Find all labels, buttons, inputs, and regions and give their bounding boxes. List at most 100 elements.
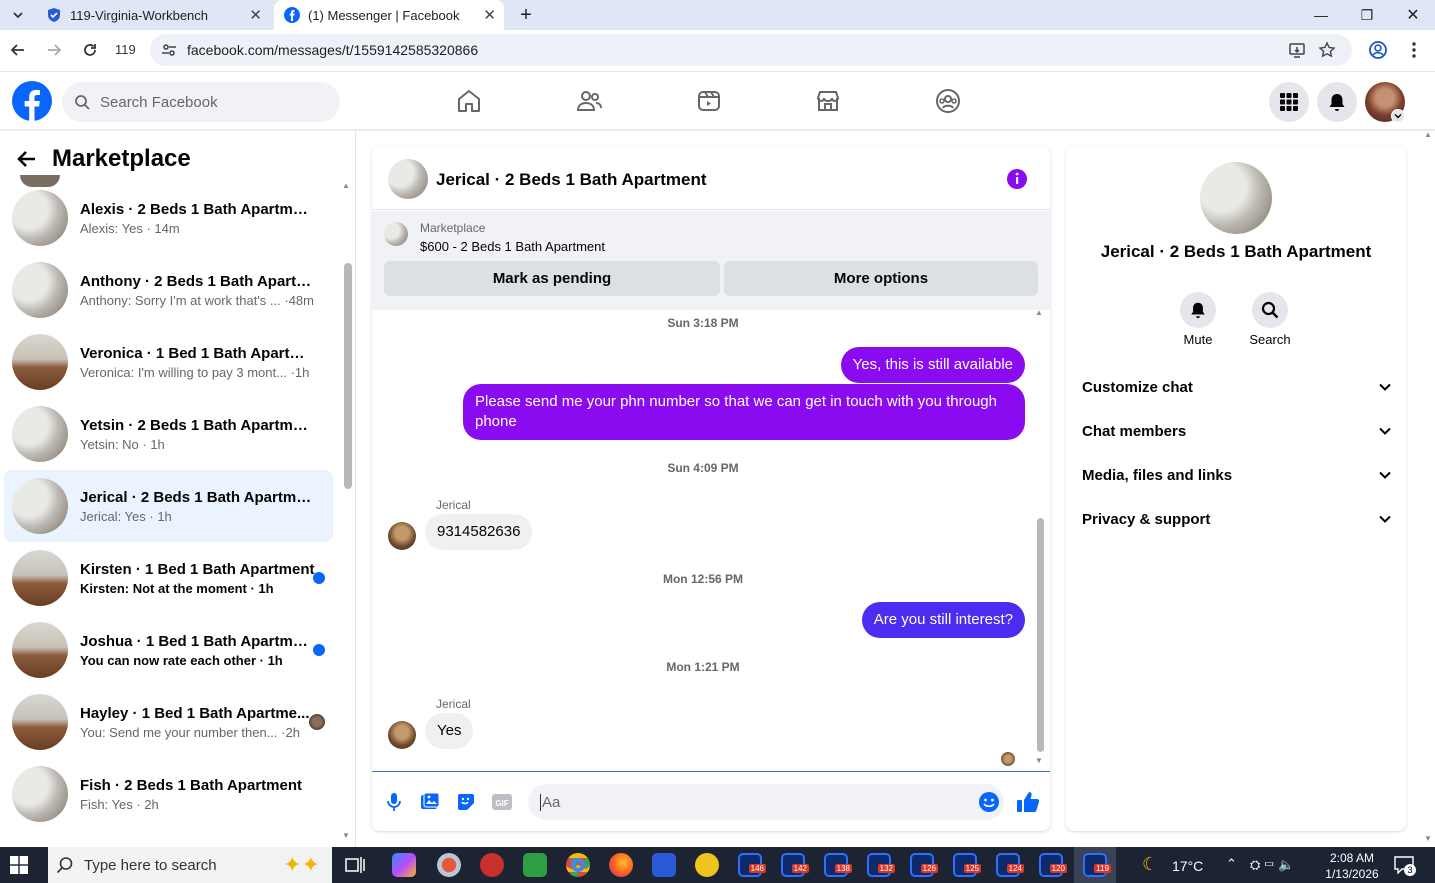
profile-label[interactable]: 119 [115,42,136,57]
notifications-button[interactable] [1317,82,1357,122]
outgoing-message[interactable]: Please send me your phn number so that w… [463,384,1025,440]
nav-friends[interactable] [559,81,619,121]
shield-app-icon[interactable] [652,853,676,877]
workbench-window-132[interactable]: 132 [867,853,895,877]
attach-photo-button[interactable] [420,792,440,812]
workbench-window-120[interactable]: 120 [1039,853,1067,877]
task-view-button[interactable] [345,856,365,874]
sticker-button[interactable] [456,792,476,812]
chat-avatar[interactable] [388,159,428,199]
new-tab-button[interactable]: + [512,0,540,30]
gif-button[interactable]: GIF [491,792,513,812]
restore-button[interactable]: ❐ [1344,0,1390,30]
copilot-app-icon[interactable] [392,853,416,877]
incoming-message[interactable]: 9314582636 [425,514,533,550]
workbench-window-126[interactable]: 126 [910,853,938,877]
section-privacy-support[interactable]: Privacy & support [1082,507,1392,531]
nav-groups[interactable] [918,81,978,121]
section-media-files-links[interactable]: Media, files and links [1082,463,1392,487]
conversation-item[interactable]: Joshua · 1 Bed 1 Bath Apartment You can n… [4,614,333,686]
page-scroll-up-arrow[interactable]: ▲ [1424,130,1432,139]
firefox-app-icon[interactable] [609,853,633,877]
scroll-down-arrow[interactable]: ▼ [342,831,350,840]
emoji-icon[interactable] [978,791,1000,813]
tab-list-button[interactable] [0,0,36,30]
chat-profile-avatar[interactable] [1200,162,1272,234]
incoming-message[interactable]: Yes [425,713,474,749]
taskbar-search-input[interactable]: Type here to search ✦✦ [48,847,332,883]
workbench-window-146[interactable]: 146 [738,853,766,877]
mark-as-pending-button[interactable]: Mark as pending [384,261,720,296]
back-button[interactable] [8,40,28,60]
forward-button[interactable] [44,40,64,60]
voice-clip-button[interactable] [385,792,403,812]
scroll-up-arrow[interactable]: ▲ [342,181,350,190]
star-bookmark-icon[interactable] [1318,41,1336,59]
app-icon[interactable] [480,853,504,877]
nav-home[interactable] [439,81,499,121]
conversation-item[interactable]: Kirsten · 1 Bed 1 Bath Apartment Kirsten:… [4,542,333,614]
account-chevron[interactable] [1391,109,1405,123]
message-input[interactable]: Aa [528,784,1004,820]
conversation-item[interactable]: Fish · 2 Beds 1 Bath Apartment Fish: Yes … [4,758,333,830]
page-scroll-down-arrow[interactable]: ▼ [1424,834,1432,843]
profile-button[interactable] [1368,40,1388,60]
conversation-item[interactable]: Yetsin · 2 Beds 1 Bath Apartment Yetsin: … [4,398,333,470]
sender-avatar[interactable] [388,522,416,550]
address-bar[interactable]: facebook.com/messages/t/1559142585320866 [150,34,1352,66]
conversation-item[interactable]: Hayley · 1 Bed 1 Bath Apartme... You: Sen… [4,686,333,758]
notepad-app-icon[interactable] [523,853,547,877]
app-icon[interactable] [695,853,719,877]
start-button[interactable] [10,856,28,874]
chat-title[interactable]: Jerical · 2 Beds 1 Bath Apartment [436,170,707,190]
close-tab-icon[interactable]: ✕ [249,6,262,24]
back-button[interactable] [16,148,38,170]
search-in-conversation-button[interactable] [1252,292,1288,328]
close-tab-icon[interactable]: ✕ [483,6,496,24]
workbench-window-142[interactable]: 142 [781,853,809,877]
taskbar-clock[interactable]: 2:08 AM 1/13/2026 [1322,850,1382,882]
chat-scrollbar[interactable] [1037,518,1044,752]
nav-video[interactable] [679,81,739,121]
close-window-button[interactable]: ✕ [1390,0,1435,30]
scroll-up-arrow[interactable]: ▲ [1035,308,1043,317]
tab-workbench[interactable]: 119-Virginia-Workbench ✕ [36,0,270,30]
conversation-item-selected[interactable]: Jerical · 2 Beds 1 Bath Apartment Jerical… [4,470,333,542]
show-hidden-icons[interactable]: ⌃ [1226,856,1237,872]
chrome-app-icon[interactable] [566,853,590,877]
reload-button[interactable] [80,40,100,60]
conversation-item[interactable]: Alexis · 2 Beds 1 Bath Apartment Alexis: … [4,182,333,254]
outgoing-message[interactable]: Are you still interest? [861,602,1025,638]
menu-button[interactable] [1269,82,1309,122]
workbench-window-138[interactable]: 138 [824,853,852,877]
section-customize-chat[interactable]: Customize chat [1082,375,1392,399]
sender-avatar[interactable] [388,721,416,749]
workbench-window-125[interactable]: 125 [953,853,981,877]
conversation-item[interactable]: Veronica · 1 Bed 1 Bath Apartment Veronic… [4,326,333,398]
workbench-window-119[interactable]: 119 [1083,853,1111,877]
facebook-logo[interactable] [12,81,52,121]
send-like-button[interactable] [1016,790,1040,814]
listing-title[interactable]: $600 - 2 Beds 1 Bath Apartment [420,239,605,254]
install-app-icon[interactable] [1288,41,1306,59]
outgoing-message[interactable]: Yes, this is still available [840,347,1025,383]
app-icon[interactable] [437,853,461,877]
weather-temperature[interactable]: 17°C [1172,858,1203,874]
site-settings-icon[interactable] [160,41,178,59]
mute-button[interactable] [1180,292,1216,328]
nav-marketplace[interactable] [798,81,858,121]
section-chat-members[interactable]: Chat members [1082,419,1392,443]
system-tray-icons[interactable]: ⛭ ▭ 🔈 [1250,857,1294,873]
notification-center-button[interactable]: 3 [1394,856,1416,876]
conversation-info-button[interactable] [1006,168,1028,190]
tab-messenger[interactable]: (1) Messenger | Facebook ✕ [274,0,504,30]
minimize-button[interactable]: — [1298,0,1344,30]
browser-menu-button[interactable] [1408,40,1420,60]
scroll-down-arrow[interactable]: ▼ [1035,756,1043,765]
facebook-search-input[interactable]: Search Facebook [62,82,340,122]
conversation-item[interactable]: Anthony · 2 Beds 1 Bath Apartm... Anthony… [4,254,333,326]
more-options-button[interactable]: More options [724,261,1038,296]
workbench-window-124[interactable]: 124 [996,853,1024,877]
moon-weather-icon[interactable]: ☾ [1142,854,1158,875]
sidebar-scrollbar[interactable] [344,263,352,489]
